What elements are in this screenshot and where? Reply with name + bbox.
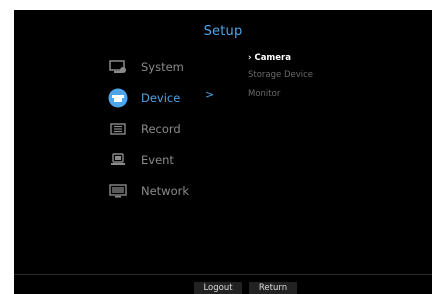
setup-screen: Setup System Device > Record Event Netwo… bbox=[14, 10, 432, 294]
submenu-item-camera[interactable]: › Camera bbox=[248, 53, 291, 63]
logout-button[interactable]: Logout bbox=[194, 282, 242, 294]
camera-device-icon bbox=[108, 88, 128, 108]
page-title: Setup bbox=[203, 24, 243, 39]
menu-item-record[interactable]: Record bbox=[108, 119, 228, 139]
menu-label-network: Network bbox=[141, 184, 190, 198]
system-icon bbox=[108, 57, 128, 77]
event-icon bbox=[108, 150, 128, 170]
submenu-item-monitor[interactable]: Monitor bbox=[248, 89, 280, 99]
network-icon bbox=[108, 181, 128, 201]
submenu-item-storage-device[interactable]: Storage Device bbox=[248, 70, 313, 80]
menu-label-device: Device bbox=[141, 91, 181, 105]
return-button[interactable]: Return bbox=[249, 282, 297, 294]
record-icon bbox=[108, 119, 128, 139]
menu-item-network[interactable]: Network bbox=[108, 181, 228, 201]
bottom-bar: Logout Return bbox=[14, 274, 432, 294]
menu-label-event: Event bbox=[141, 153, 174, 167]
menu-item-system[interactable]: System bbox=[108, 57, 228, 77]
menu-item-event[interactable]: Event bbox=[108, 150, 228, 170]
menu-label-system: System bbox=[141, 60, 184, 74]
menu-label-record: Record bbox=[141, 122, 181, 136]
chevron-right-icon: > bbox=[205, 88, 215, 101]
